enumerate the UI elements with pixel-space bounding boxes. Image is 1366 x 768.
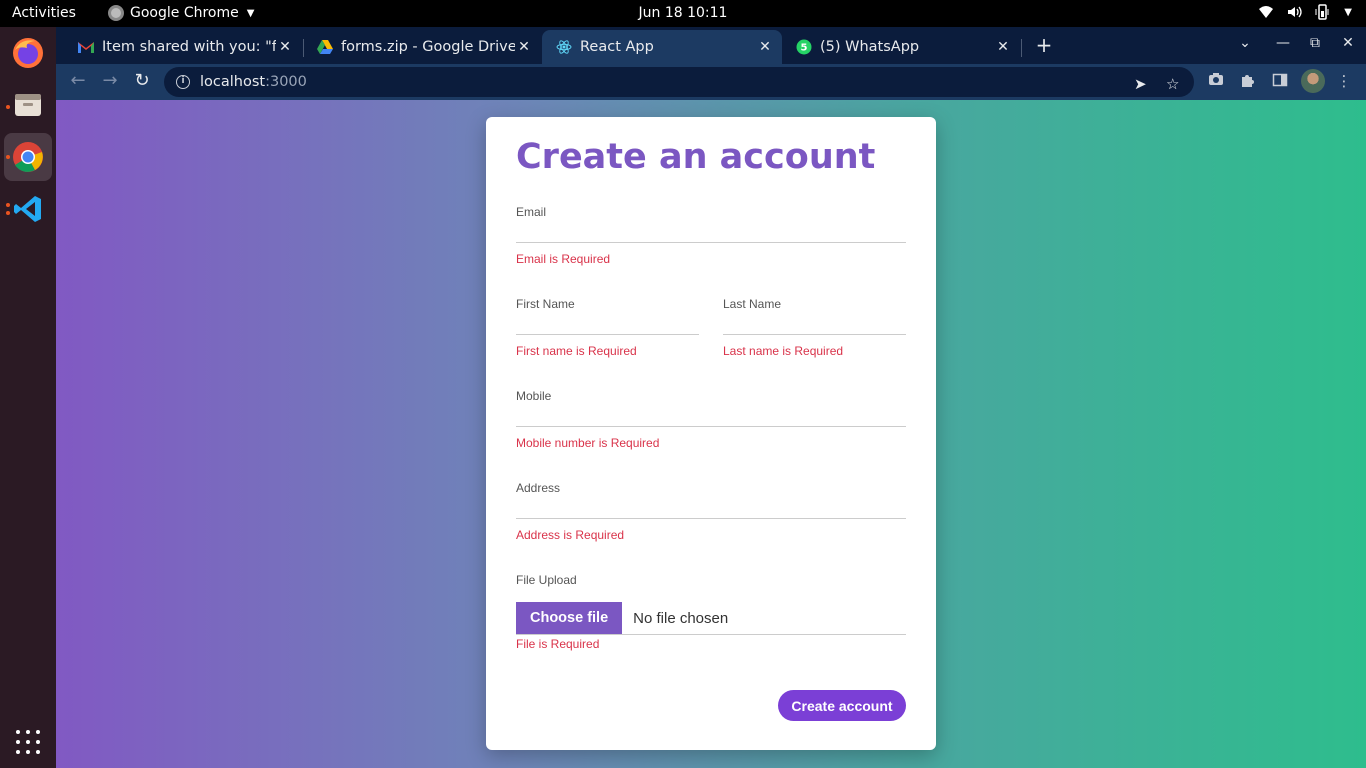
minimize-icon[interactable]: —	[1273, 35, 1293, 51]
close-window-icon[interactable]: ✕	[1338, 35, 1358, 51]
browser-window: Item shared with you: "forms.zip" ✕ form…	[56, 27, 1366, 768]
mobile-error: Mobile number is Required	[516, 436, 660, 450]
address-input[interactable]	[516, 499, 906, 519]
files-icon	[15, 94, 41, 116]
show-applications-icon[interactable]	[16, 730, 40, 754]
page-viewport: Create an account Email Email is Require…	[56, 100, 1366, 768]
forward-icon[interactable]: →	[98, 70, 122, 94]
react-icon	[556, 39, 572, 55]
whatsapp-icon: 5	[796, 39, 812, 55]
volume-icon	[1288, 6, 1302, 18]
reload-icon[interactable]: ↻	[130, 70, 154, 94]
address-bar[interactable]: i localhost:3000 ➤ ☆	[164, 67, 1194, 97]
vscode-icon	[14, 196, 41, 222]
tab-title: Item shared with you: "forms.zip"	[102, 39, 276, 55]
caret-down-icon: ▼	[1344, 6, 1352, 18]
send-tab-icon[interactable]: ➤	[1134, 75, 1147, 93]
wifi-icon	[1259, 6, 1274, 18]
app-menu[interactable]: Google Chrome ▼	[108, 5, 254, 21]
mobile-field: Mobile Mobile number is Required	[516, 389, 906, 450]
screenshot-camera-icon[interactable]	[1206, 72, 1226, 92]
phone-battery-icon	[1315, 4, 1329, 20]
file-upload-label: File Upload	[516, 573, 577, 587]
chrome-mini-icon	[108, 5, 124, 21]
back-icon[interactable]: ←	[66, 70, 90, 94]
firefox-icon	[13, 38, 43, 68]
restore-icon[interactable]: ⧉	[1305, 35, 1325, 51]
tab-close-icon[interactable]: ✕	[515, 39, 533, 55]
create-account-button[interactable]: Create account	[778, 690, 906, 721]
file-error: File is Required	[516, 637, 600, 651]
more-menu-icon[interactable]: ⋮	[1334, 72, 1354, 92]
tab-react-app[interactable]: React App ✕	[542, 30, 782, 64]
address-field: Address Address is Required	[516, 481, 906, 542]
dock-item-vscode[interactable]	[4, 185, 52, 233]
signup-card: Create an account Email Email is Require…	[486, 117, 936, 750]
profile-avatar[interactable]	[1301, 69, 1325, 93]
tab-strip: Item shared with you: "forms.zip" ✕ form…	[56, 27, 1366, 64]
dock-item-firefox[interactable]	[4, 29, 52, 77]
running-indicator	[6, 105, 10, 109]
email-error: Email is Required	[516, 252, 611, 266]
gmail-icon	[78, 39, 94, 55]
tab-gmail[interactable]: Item shared with you: "forms.zip" ✕	[64, 30, 302, 64]
tab-close-icon[interactable]: ✕	[994, 39, 1012, 55]
app-name: Google Chrome	[130, 5, 239, 21]
mobile-label: Mobile	[516, 389, 552, 403]
address-label: Address	[516, 481, 561, 495]
running-indicator	[6, 203, 10, 207]
bookmark-star-icon[interactable]: ☆	[1166, 75, 1179, 93]
last-name-error: Last name is Required	[723, 344, 844, 358]
email-label: Email	[516, 205, 547, 219]
email-field: Email Email is Required	[516, 205, 906, 266]
first-name-label: First Name	[516, 297, 575, 311]
mobile-input[interactable]	[516, 407, 906, 427]
tab-google-drive[interactable]: forms.zip - Google Drive ✕	[303, 30, 541, 64]
first-name-error: First name is Required	[516, 344, 637, 358]
tab-title: (5) WhatsApp	[820, 39, 920, 55]
last-name-input[interactable]	[723, 315, 906, 335]
system-tray[interactable]: ▼	[1258, 4, 1352, 20]
google-drive-icon	[317, 39, 333, 55]
side-panel-icon[interactable]	[1270, 72, 1290, 92]
tab-divider	[1021, 39, 1022, 57]
tab-whatsapp[interactable]: 5 (5) WhatsApp ✕	[782, 30, 1020, 64]
first-name-input[interactable]	[516, 315, 699, 335]
new-tab-button[interactable]: +	[1033, 35, 1055, 57]
svg-text:5: 5	[801, 43, 808, 54]
last-name-field: Last Name Last name is Required	[723, 297, 906, 358]
email-input[interactable]	[516, 223, 906, 243]
file-error-wrap: File is Required	[516, 591, 906, 651]
chrome-icon	[13, 142, 43, 172]
tab-close-icon[interactable]: ✕	[756, 39, 774, 55]
tab-search-icon[interactable]: ⌄	[1235, 35, 1255, 51]
page-title: Create an account	[516, 137, 876, 177]
running-indicator	[6, 211, 10, 215]
dock-item-files[interactable]	[4, 81, 52, 129]
running-indicator	[6, 155, 10, 159]
first-name-field: First Name First name is Required	[516, 297, 699, 358]
browser-toolbar: ← → ↻ i localhost:3000 ➤ ☆ ⋮	[56, 64, 1366, 100]
activities-button[interactable]: Activities	[12, 5, 76, 21]
system-top-bar: Activities Google Chrome ▼ Jun 18 10:11 …	[0, 0, 1366, 27]
tab-title: forms.zip - Google Drive	[341, 39, 515, 55]
tab-close-icon[interactable]: ✕	[276, 39, 294, 55]
file-upload-field: File Upload	[516, 573, 906, 593]
url-text[interactable]: localhost:3000	[200, 74, 307, 90]
site-info-icon[interactable]: i	[176, 75, 190, 89]
caret-down-icon: ▼	[246, 7, 255, 19]
dock-item-chrome[interactable]	[4, 133, 52, 181]
extensions-puzzle-icon[interactable]	[1238, 72, 1258, 92]
last-name-label: Last Name	[723, 297, 782, 311]
tab-title: React App	[580, 39, 654, 55]
dock	[0, 27, 56, 768]
address-error: Address is Required	[516, 528, 625, 542]
